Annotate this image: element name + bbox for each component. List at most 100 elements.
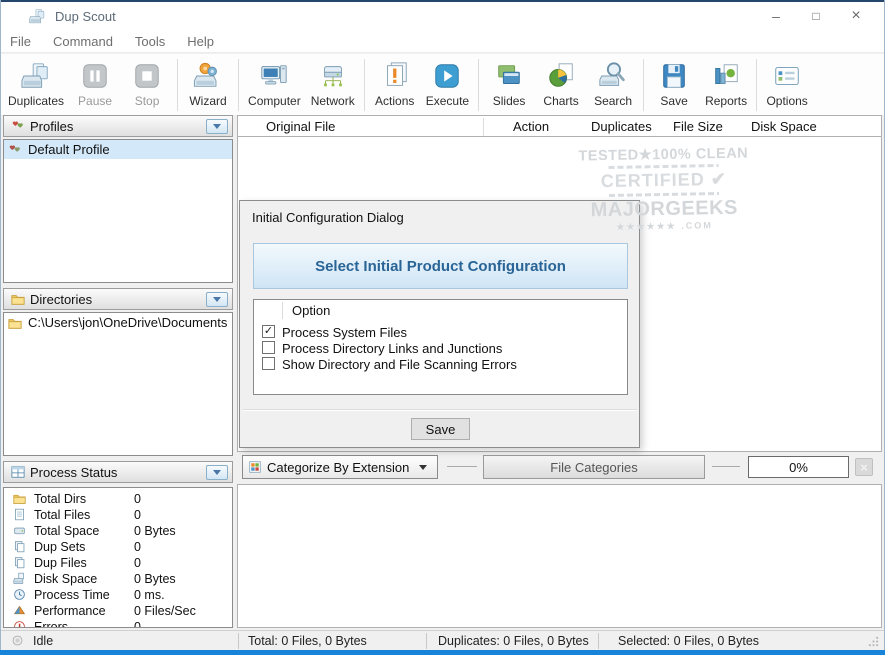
column-divider[interactable] — [483, 118, 484, 136]
directory-item[interactable]: C:\Users\jon\OneDrive\Documents — [4, 313, 232, 332]
slides-button[interactable]: Slides — [483, 57, 535, 113]
toolbar-separator — [177, 59, 178, 111]
option-row-scanning-errors[interactable]: Show Directory and File Scanning Errors — [254, 356, 627, 372]
app-window: Dup Scout – □ × File Command Tools Help … — [0, 0, 885, 655]
toolbar-separator — [478, 59, 479, 111]
column-file-size[interactable]: File Size — [673, 119, 723, 134]
copy-icon — [13, 540, 26, 553]
checkbox-process-system-files[interactable]: ✓ — [262, 325, 275, 338]
status-row-dup-sets: Dup Sets 0 — [4, 539, 232, 555]
charts-button[interactable]: Charts — [535, 57, 587, 113]
execute-button[interactable]: Execute — [421, 57, 474, 113]
dialog-options-list: Option ✓ Process System Files Process Di… — [253, 299, 628, 395]
status-divider — [238, 633, 239, 649]
menu-file[interactable]: File — [1, 34, 42, 49]
toolbar-separator — [756, 59, 757, 111]
initial-configuration-dialog: Initial Configuration Dialog Select Init… — [239, 200, 640, 448]
table-icon — [11, 465, 25, 479]
option-row-directory-links[interactable]: Process Directory Links and Junctions — [254, 340, 627, 356]
profile-item-default[interactable]: Default Profile — [4, 140, 232, 159]
option-column-divider — [282, 302, 283, 319]
dialog-divider — [243, 409, 637, 411]
directories-list: C:\Users\jon\OneDrive\Documents — [3, 312, 233, 456]
reports-button[interactable]: Reports — [700, 57, 752, 113]
chevron-down-icon — [213, 470, 221, 475]
save-icon — [659, 61, 689, 91]
checkbox-directory-links[interactable] — [262, 341, 275, 354]
resize-grip[interactable] — [868, 636, 879, 647]
categories-list-area[interactable] — [237, 484, 882, 628]
categorize-dropdown-value: Categorize By Extension — [267, 460, 419, 475]
window-controls: – □ × — [756, 2, 876, 30]
maximize-button[interactable]: □ — [796, 2, 836, 30]
status-divider — [598, 633, 599, 649]
status-row-dup-files: Dup Files 0 — [4, 555, 232, 571]
profiles-dropdown-button[interactable] — [206, 119, 228, 134]
profile-item-label: Default Profile — [28, 142, 110, 157]
window-border-left — [0, 0, 1, 655]
chevron-down-icon — [213, 297, 221, 302]
options-icon — [772, 61, 802, 91]
clock-icon — [13, 588, 26, 601]
column-duplicates[interactable]: Duplicates — [591, 119, 652, 134]
option-column-header: Option — [292, 303, 330, 318]
menu-command[interactable]: Command — [42, 34, 124, 49]
toolbar-separator — [364, 59, 365, 111]
status-state: Idle — [33, 634, 53, 648]
search-icon — [598, 61, 628, 91]
status-row-process-time: Process Time 0 ms. — [4, 587, 232, 603]
progress-close-button[interactable]: × — [855, 458, 873, 476]
process-status-list: Total Dirs 0 Total Files 0 Total Space 0… — [3, 487, 233, 628]
toolbar: Duplicates Pause Stop — [1, 54, 884, 115]
column-action[interactable]: Action — [513, 119, 549, 134]
computer-button[interactable]: Computer — [243, 57, 306, 113]
window-border-bottom — [0, 650, 885, 655]
wizard-button[interactable]: Wizard — [182, 57, 234, 113]
duplicates-icon — [21, 61, 51, 91]
reports-icon — [711, 61, 741, 91]
status-row-disk-space: Disk Space 0 Bytes — [4, 571, 232, 587]
performance-icon — [13, 604, 26, 617]
option-row-process-system-files[interactable]: ✓ Process System Files — [254, 324, 627, 340]
search-button[interactable]: Search — [587, 57, 639, 113]
results-column-header: Original File Action Duplicates File Siz… — [237, 115, 882, 137]
options-button[interactable]: Options — [761, 57, 813, 113]
directory-item-label: C:\Users\jon\OneDrive\Documents — [28, 315, 227, 330]
profiles-list: Default Profile — [3, 139, 233, 283]
charts-icon — [546, 61, 576, 91]
pause-icon — [80, 61, 110, 91]
slides-icon — [494, 61, 524, 91]
disk-icon — [13, 524, 26, 537]
actions-button[interactable]: Actions — [369, 57, 421, 113]
execute-icon — [432, 61, 462, 91]
close-button[interactable]: × — [836, 2, 876, 30]
column-original-file[interactable]: Original File — [266, 119, 335, 134]
duplicates-button[interactable]: Duplicates — [3, 57, 69, 113]
status-total: Total: 0 Files, 0 Bytes — [248, 634, 367, 648]
process-status-dropdown-button[interactable] — [206, 465, 228, 480]
actions-icon — [380, 61, 410, 91]
save-button[interactable]: Save — [411, 418, 470, 440]
network-icon — [318, 61, 348, 91]
computer-icon — [259, 61, 289, 91]
profiles-panel-header: Profiles — [3, 115, 233, 137]
minimize-button[interactable]: – — [756, 2, 796, 30]
folder-icon — [11, 292, 25, 306]
column-disk-space[interactable]: Disk Space — [751, 119, 817, 134]
status-row-errors: Errors 0 — [4, 619, 232, 628]
categorize-dropdown[interactable]: Categorize By Extension — [242, 455, 438, 479]
stop-button[interactable]: Stop — [121, 57, 173, 113]
menu-tools[interactable]: Tools — [124, 34, 176, 49]
menu-help[interactable]: Help — [176, 34, 225, 49]
process-status-panel-title: Process Status — [30, 465, 206, 480]
folder-icon — [13, 492, 26, 505]
menu-bar: File Command Tools Help — [1, 30, 884, 53]
wizard-icon — [193, 61, 223, 91]
checkbox-scanning-errors[interactable] — [262, 357, 275, 370]
file-categories-button[interactable]: File Categories — [483, 455, 705, 479]
directories-panel-header: Directories — [3, 288, 233, 310]
save-toolbar-button[interactable]: Save — [648, 57, 700, 113]
directories-dropdown-button[interactable] — [206, 292, 228, 307]
pause-button[interactable]: Pause — [69, 57, 121, 113]
network-button[interactable]: Network — [306, 57, 360, 113]
